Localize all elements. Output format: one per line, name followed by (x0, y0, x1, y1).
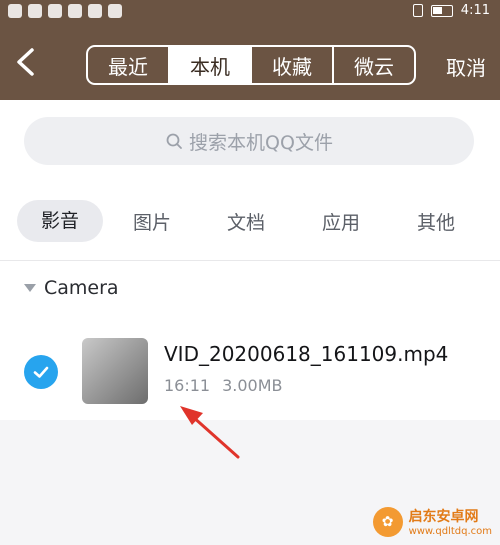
video-thumbnail (82, 338, 148, 404)
vibrate-icon (412, 4, 423, 17)
caret-down-icon (24, 284, 36, 292)
sim-icon (8, 4, 22, 18)
selected-checkbox[interactable] (24, 355, 58, 389)
watermark-logo-icon: ✿ (372, 506, 403, 537)
file-name: VID_20200618_161109.mp4 (164, 342, 449, 366)
category-images[interactable]: 图片 (133, 208, 171, 235)
search-input[interactable]: 搜索本机QQ文件 (24, 117, 474, 165)
tab-local[interactable]: 本机 (170, 47, 252, 83)
status-time: 4:11 (460, 3, 490, 18)
tab-favorites[interactable]: 收藏 (252, 47, 334, 83)
category-apps[interactable]: 应用 (322, 208, 360, 235)
cancel-button[interactable]: 取消 (446, 52, 486, 81)
chevron-left-icon (17, 48, 34, 76)
status-icons-right: 4:11 (412, 3, 490, 18)
top-bar: 最近 本机 收藏 微云 取消 (0, 24, 500, 100)
watermark-title: 启东安卓网 (408, 509, 479, 525)
category-other[interactable]: 其他 (417, 208, 455, 235)
battery-icon (430, 4, 453, 17)
file-size: 3.00MB (222, 376, 283, 395)
category-tabs: 影音 图片 文档 应用 其他 (17, 200, 487, 242)
check-icon (33, 366, 49, 378)
status-bar: 4:11 (0, 0, 500, 24)
back-button[interactable] (8, 42, 42, 82)
search-placeholder: 搜索本机QQ文件 (189, 131, 333, 154)
wifi-icon (28, 4, 42, 18)
divider (0, 260, 500, 261)
folder-header[interactable]: Camera (24, 277, 119, 299)
location-tabs: 最近 本机 收藏 微云 (86, 45, 416, 85)
cloud-icon (108, 4, 122, 18)
file-item[interactable]: VID_20200618_161109.mp4 16:11 3.00MB (0, 328, 500, 412)
shield-icon (48, 4, 62, 18)
wechat-icon (68, 4, 82, 18)
search-icon (166, 133, 182, 149)
tab-recent[interactable]: 最近 (88, 47, 170, 83)
watermark-url: www.qdltdq.com (408, 526, 492, 537)
file-time: 16:11 (164, 376, 211, 395)
tab-weiyun[interactable]: 微云 (334, 47, 414, 83)
watermark: ✿ 启东安卓网 www.qdltdq.com (372, 506, 492, 537)
folder-name: Camera (44, 277, 119, 299)
app-icon (88, 4, 102, 18)
status-icons-left (8, 4, 122, 18)
file-meta: 16:11 3.00MB (164, 376, 283, 395)
category-documents[interactable]: 文档 (227, 208, 265, 235)
file-browser: 搜索本机QQ文件 影音 图片 文档 应用 其他 Camera VID_20200… (0, 100, 500, 420)
category-media[interactable]: 影音 (17, 200, 103, 242)
